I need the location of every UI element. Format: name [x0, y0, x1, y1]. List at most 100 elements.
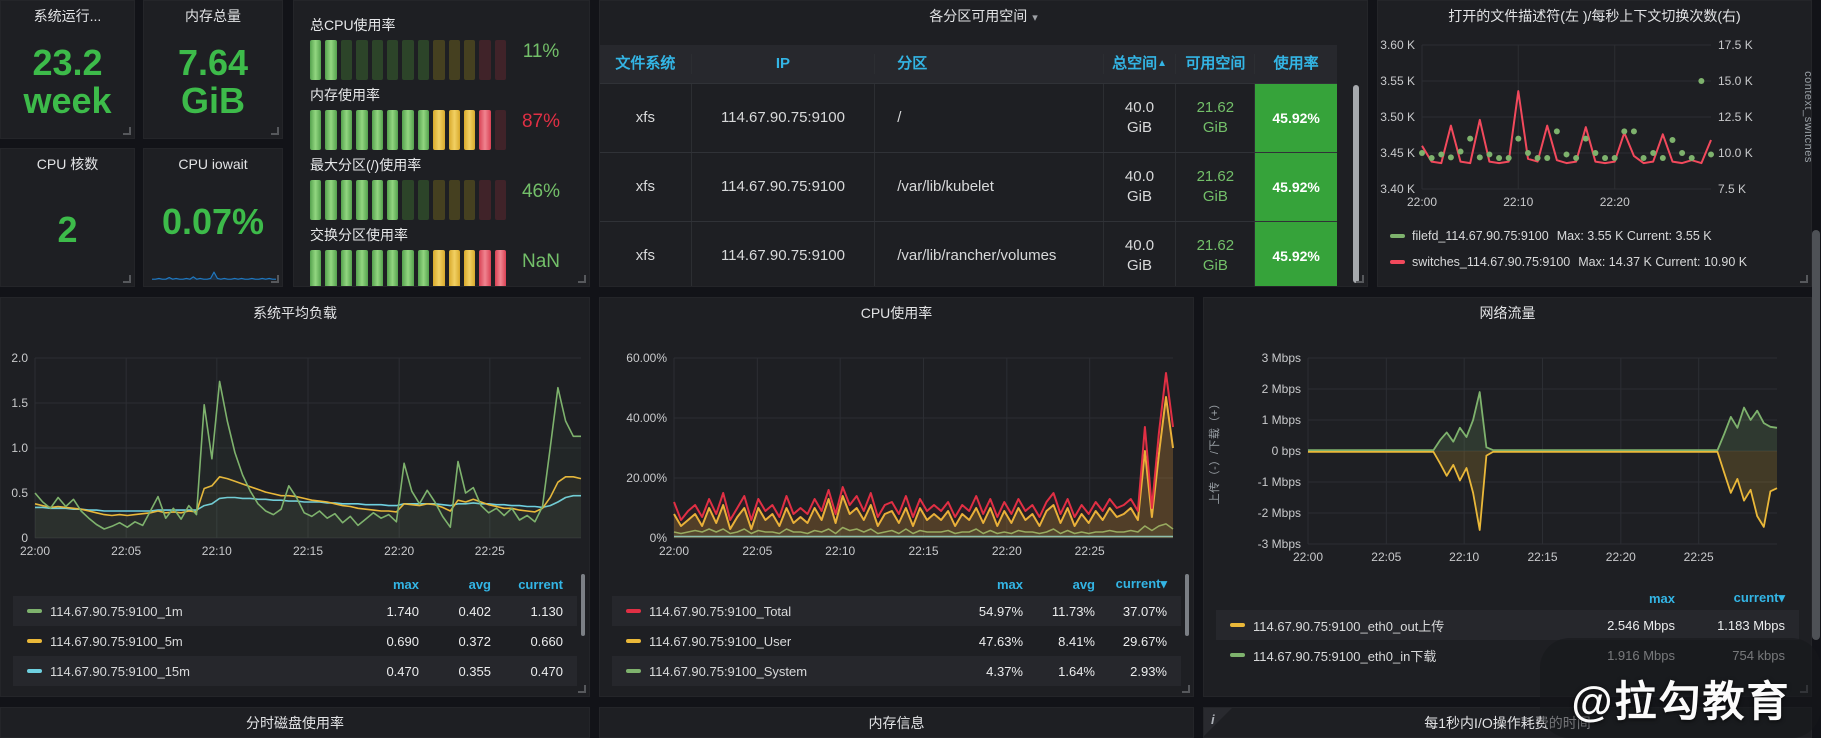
- filefd-switches-chart[interactable]: 3.60 K17.5 K3.55 K15.0 K3.50 K12.5 K3.45…: [1378, 37, 1811, 219]
- series-color-dash[interactable]: [626, 639, 641, 643]
- legend-col-max[interactable]: max: [1565, 591, 1675, 606]
- watermark: @拉勾教育: [1548, 668, 1814, 729]
- legend-header: max avg current▾: [612, 572, 1181, 596]
- svg-text:22:00: 22:00: [20, 544, 50, 558]
- panel-title-network[interactable]: 网络流量: [1204, 298, 1811, 328]
- series-name[interactable]: 114.67.90.75:9100_System: [649, 664, 951, 679]
- svg-text:0 bps: 0 bps: [1272, 444, 1301, 458]
- col-header-fs[interactable]: 文件系统: [600, 54, 692, 74]
- gauge-bars: [310, 110, 506, 150]
- panel-title-cpu-cores[interactable]: CPU 核数: [1, 149, 134, 179]
- series-stats: Max: 14.37 K Current: 10.90 K: [1578, 255, 1747, 269]
- legend-col-current[interactable]: current▾: [1675, 590, 1785, 606]
- legend-scrollbar[interactable]: [1185, 574, 1189, 636]
- svg-text:22:10: 22:10: [1449, 550, 1479, 564]
- panel-title-cpu-usage[interactable]: CPU使用率: [600, 298, 1193, 328]
- svg-text:22:05: 22:05: [742, 544, 772, 558]
- series-color-dash[interactable]: [27, 609, 42, 613]
- series-color-dash[interactable]: [1390, 260, 1405, 264]
- table-row: xfs 114.67.90.75:9100 /var/lib/rancher/v…: [600, 221, 1337, 287]
- gauge-row-cpu: 总CPU使用率 11%: [310, 15, 581, 80]
- gauge-bars: [310, 180, 506, 220]
- series-color-dash[interactable]: [1390, 234, 1405, 238]
- svg-text:22:25: 22:25: [475, 544, 505, 558]
- series-name[interactable]: switches_114.67.90.75:9100: [1412, 255, 1570, 269]
- svg-text:1.5: 1.5: [11, 396, 28, 410]
- page-scrollbar[interactable]: [1812, 230, 1820, 640]
- svg-text:17.5 K: 17.5 K: [1718, 38, 1753, 52]
- legend-col-max[interactable]: max: [951, 577, 1023, 592]
- table-row: xfs 114.67.90.75:9100 / 40.0 GiB 21.62 G…: [600, 83, 1337, 152]
- col-header-partition[interactable]: 分区: [875, 54, 1103, 74]
- series-color-dash[interactable]: [1230, 653, 1245, 657]
- svg-text:22:20: 22:20: [384, 544, 414, 558]
- svg-text:3.60 K: 3.60 K: [1380, 38, 1415, 52]
- panel-title-cpu-iowait[interactable]: CPU iowait: [144, 149, 282, 179]
- series-name[interactable]: 114.67.90.75:9100_15m: [50, 664, 347, 679]
- gauge-label: 交换分区使用率: [310, 225, 581, 245]
- gauge-value: 46%: [503, 181, 579, 203]
- table-scrollbar[interactable]: [1353, 85, 1359, 283]
- cell-ip: 114.67.90.75:9100: [692, 84, 875, 152]
- svg-text:22:25: 22:25: [1684, 550, 1714, 564]
- series-name[interactable]: 114.67.90.75:9100_eth0_in下载: [1253, 646, 1565, 665]
- panel-cpu-usage: CPU使用率 60.00%40.00%20.00%0%22:0022:0522:…: [599, 297, 1194, 697]
- svg-text:22:10: 22:10: [202, 544, 232, 558]
- col-header-usage[interactable]: 使用率: [1255, 54, 1337, 74]
- legend-col-current[interactable]: current: [491, 577, 563, 592]
- series-name[interactable]: 114.67.90.75:9100_User: [649, 634, 951, 649]
- panel-filefd-switches: 打开的文件描述符(左 )/每秒上下文切换次数(右) 3.60 K17.5 K3.…: [1377, 0, 1812, 287]
- panel-title-mem-total[interactable]: 内存总量: [144, 1, 282, 31]
- series-color-dash[interactable]: [1230, 623, 1245, 627]
- legend-item: 114.67.90.75:9100_1m 1.740 0.402 1.130: [13, 596, 577, 626]
- legend-scrollbar[interactable]: [581, 574, 585, 636]
- cpu-legend: max avg current▾ 114.67.90.75:9100_Total…: [612, 572, 1181, 686]
- series-color-dash[interactable]: [27, 669, 42, 673]
- series-color-dash[interactable]: [27, 639, 42, 643]
- panel-mem-total: 内存总量 7.64 GiB: [143, 0, 283, 139]
- panel-load-average: 系统平均负载 2.01.51.00.5022:0022:0522:1022:15…: [0, 297, 590, 697]
- panel-uptime: 系统运行... 23.2 week: [0, 0, 135, 139]
- series-color-dash[interactable]: [626, 609, 641, 613]
- panel-title-load[interactable]: 系统平均负载: [1, 298, 589, 328]
- cell-avail: 21.62 GiB: [1176, 222, 1255, 287]
- cell-partition: /var/lib/rancher/volumes: [875, 222, 1103, 287]
- gauge-row-swap: 交换分区使用率 NaN: [310, 225, 581, 287]
- info-icon[interactable]: i: [1211, 712, 1215, 727]
- series-name[interactable]: 114.67.90.75:9100_5m: [50, 634, 347, 649]
- cell-usage: 45.92%: [1255, 84, 1337, 152]
- legend-col-max[interactable]: max: [347, 577, 419, 592]
- series-name[interactable]: 114.67.90.75:9100_eth0_out上传: [1253, 616, 1565, 635]
- gauge-row-mem: 内存使用率 87%: [310, 85, 581, 150]
- col-header-total[interactable]: 总空间▲: [1104, 54, 1177, 74]
- col-header-avail[interactable]: 可用空间: [1176, 54, 1255, 74]
- series-name[interactable]: 114.67.90.75:9100_1m: [50, 604, 347, 619]
- series-name[interactable]: 114.67.90.75:9100_Total: [649, 604, 951, 619]
- svg-text:22:00: 22:00: [659, 544, 689, 558]
- cell-partition: /var/lib/kubelet: [875, 153, 1103, 221]
- legend-item: 114.67.90.75:9100_5m 0.690 0.372 0.660: [13, 626, 577, 656]
- panel-title-filefd[interactable]: 打开的文件描述符(左 )/每秒上下文切换次数(右): [1378, 1, 1811, 31]
- chevron-down-icon: ▾: [1032, 12, 1038, 24]
- legend-col-avg[interactable]: avg: [1023, 577, 1095, 592]
- network-traffic-chart[interactable]: 3 Mbps2 Mbps1 Mbps0 bps-1 Mbps-2 Mbps-3 …: [1204, 340, 1811, 570]
- cell-avail: 21.62 GiB: [1176, 153, 1255, 221]
- legend-header: max avg current: [13, 572, 577, 596]
- svg-text:15.0 K: 15.0 K: [1718, 74, 1753, 88]
- mem-total-value: 7.64 GiB: [144, 31, 282, 132]
- panel-title-disk-hourly[interactable]: 分时磁盘使用率: [1, 708, 589, 738]
- panel-title-mem-info[interactable]: 内存信息: [600, 708, 1193, 738]
- col-header-ip[interactable]: IP: [692, 54, 875, 74]
- legend-col-avg[interactable]: avg: [419, 577, 491, 592]
- series-name[interactable]: filefd_114.67.90.75:9100: [1412, 229, 1549, 243]
- cell-fs: xfs: [600, 84, 692, 152]
- panel-title-disk-table[interactable]: 各分区可用空间▾: [600, 1, 1367, 31]
- load-average-chart[interactable]: 2.01.51.00.5022:0022:0522:1022:1522:2022…: [1, 340, 589, 570]
- series-color-dash[interactable]: [626, 669, 641, 673]
- panel-title-uptime[interactable]: 系统运行...: [1, 1, 134, 31]
- cell-fs: xfs: [600, 153, 692, 221]
- svg-text:22:20: 22:20: [1606, 550, 1636, 564]
- cpu-usage-chart[interactable]: 60.00%40.00%20.00%0%22:0022:0522:1022:15…: [600, 340, 1193, 570]
- svg-text:2 Mbps: 2 Mbps: [1262, 382, 1301, 396]
- legend-col-current[interactable]: current▾: [1095, 576, 1167, 592]
